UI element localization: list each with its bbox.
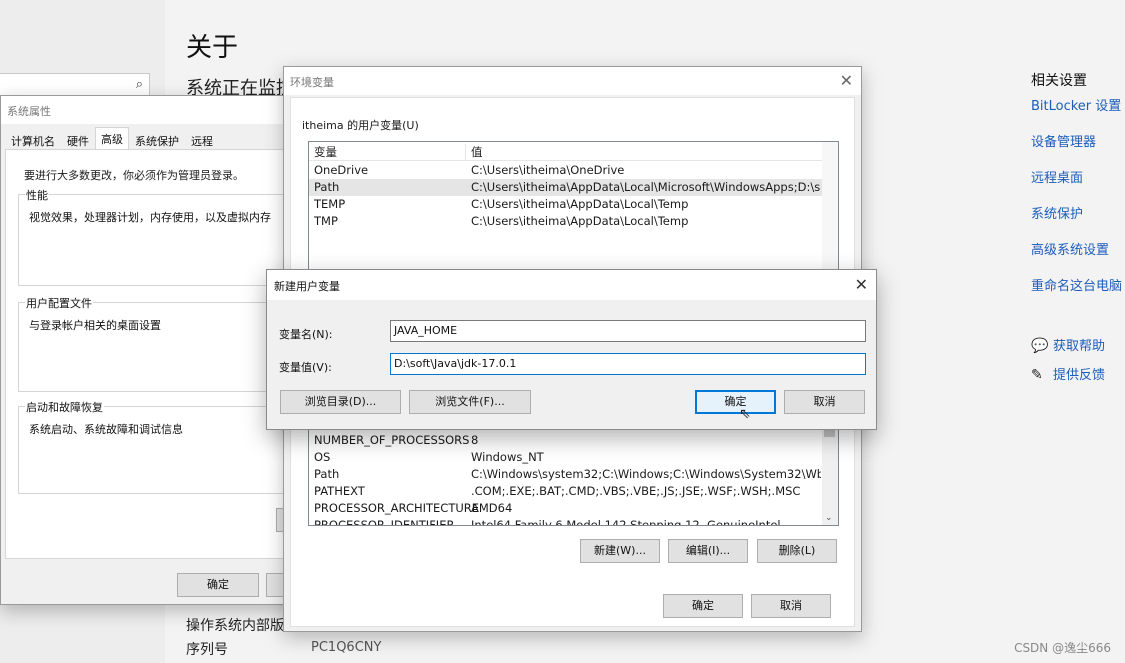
new-user-variable-dialog: 新建用户变量 ✕ 变量名(N): JAVA_HOME 变量值(V): D:\so… bbox=[266, 269, 877, 430]
feedback-link[interactable]: ✎ 提供反馈 bbox=[1031, 364, 1105, 383]
var-name: TMP bbox=[314, 214, 338, 228]
var-name: Path bbox=[314, 467, 340, 481]
ok-button[interactable]: 确定 bbox=[177, 573, 259, 597]
list-item[interactable]: PROCESSOR_ARCHITECTURE AMD64 bbox=[309, 500, 822, 517]
var-value-label: 变量值(V): bbox=[279, 361, 332, 374]
var-name-label: 变量名(N): bbox=[279, 328, 333, 341]
dialog-title: 系统属性 bbox=[1, 96, 299, 124]
system-properties-dialog: 系统属性 计算机名 硬件 高级 系统保护 远程 要进行大多数更改，你必须作为管理… bbox=[0, 95, 318, 605]
spec-value-serial: PC1Q6CNY bbox=[311, 640, 382, 655]
tab-system-protection[interactable]: 系统保护 bbox=[129, 129, 185, 149]
tab-computer-name[interactable]: 计算机名 bbox=[5, 129, 61, 149]
var-value: C:\Users\itheima\AppData\Local\Temp bbox=[471, 214, 689, 228]
var-name: PROCESSOR_IDENTIFIER bbox=[314, 518, 455, 526]
user-vars-list[interactable]: 变量 值 OneDrive C:\Users\itheima\OneDrive … bbox=[308, 141, 839, 271]
var-name: PROCESSOR_ARCHITECTURE bbox=[314, 501, 480, 515]
watermark: CSDN @逸尘666 bbox=[1014, 641, 1111, 655]
new-system-var-button[interactable]: 新建(W)... bbox=[580, 539, 660, 563]
var-value: C:\Users\itheima\AppData\Local\Microsoft… bbox=[471, 180, 821, 194]
cancel-button[interactable]: 取消 bbox=[751, 594, 831, 618]
browse-file-button[interactable]: 浏览文件(F)... bbox=[409, 390, 531, 414]
list-item[interactable]: NUMBER_OF_PROCESSORS 8 bbox=[309, 432, 822, 449]
var-value: AMD64 bbox=[471, 501, 513, 515]
ok-button[interactable]: 确定 bbox=[663, 594, 743, 618]
var-name-input[interactable]: JAVA_HOME bbox=[390, 320, 866, 342]
link-remote-desktop[interactable]: 远程桌面 bbox=[1031, 170, 1125, 206]
var-value: C:\Users\itheima\OneDrive bbox=[471, 163, 625, 177]
var-name: OneDrive bbox=[314, 163, 369, 177]
search-icon: ⌕ bbox=[135, 77, 143, 92]
list-item[interactable]: Path C:\Windows\system32;C:\Windows;C:\W… bbox=[309, 466, 822, 483]
chevron-down-icon[interactable]: ⌄ bbox=[825, 513, 833, 523]
list-item[interactable]: OS Windows_NT bbox=[309, 449, 822, 466]
link-device-manager[interactable]: 设备管理器 bbox=[1031, 134, 1125, 170]
list-item[interactable]: PATHEXT .COM;.EXE;.BAT;.CMD;.VBS;.VBE;.J… bbox=[309, 483, 822, 500]
column-header-value[interactable]: 值 bbox=[471, 144, 821, 161]
group-text: 与登录帐户相关的桌面设置 bbox=[29, 319, 161, 332]
system-vars-list[interactable]: NUMBER_OF_PROCESSORS 8 OS Windows_NT Pat… bbox=[308, 422, 839, 526]
group-label: 性能 bbox=[25, 187, 49, 203]
page-title: 关于 bbox=[186, 33, 239, 63]
var-name: TEMP bbox=[314, 197, 346, 211]
tab-bar: 计算机名 硬件 高级 系统保护 远程 bbox=[5, 127, 219, 149]
var-value: .COM;.EXE;.BAT;.CMD;.VBS;.VBE;.JS;.JSE;.… bbox=[471, 484, 801, 498]
close-icon[interactable]: ✕ bbox=[855, 275, 868, 294]
link-system-protection[interactable]: 系统保护 bbox=[1031, 206, 1125, 242]
get-help-link[interactable]: 💬 获取帮助 bbox=[1031, 335, 1105, 354]
group-text: 视觉效果，处理器计划，内存使用，以及虚拟内存 bbox=[29, 211, 271, 224]
mouse-cursor-icon: ⇖ bbox=[739, 406, 751, 422]
edit-system-var-button[interactable]: 编辑(I)... bbox=[668, 539, 748, 563]
list-item[interactable]: TEMP C:\Users\itheima\AppData\Local\Temp bbox=[309, 196, 822, 213]
dialog-title: 新建用户变量 bbox=[267, 270, 876, 300]
link-bitlocker[interactable]: BitLocker 设置 bbox=[1031, 98, 1125, 134]
var-value-input[interactable]: D:\soft\Java\jdk-17.0.1 bbox=[390, 353, 866, 375]
feedback-label: 提供反馈 bbox=[1053, 368, 1106, 383]
var-value: C:\Windows\system32;C:\Windows;C:\Window… bbox=[471, 467, 821, 481]
tab-advanced[interactable]: 高级 bbox=[95, 127, 129, 149]
var-name: Path bbox=[314, 180, 340, 194]
feedback-icon: ✎ bbox=[1031, 367, 1043, 383]
related-settings: 相关设置 BitLocker 设置 设备管理器 远程桌面 系统保护 高级系统设置… bbox=[1031, 70, 1125, 314]
group-text: 系统启动、系统故障和调试信息 bbox=[29, 423, 183, 436]
dialog-title: 环境变量 bbox=[284, 67, 861, 95]
browse-directory-button[interactable]: 浏览目录(D)... bbox=[280, 390, 401, 414]
tab-hardware[interactable]: 硬件 bbox=[61, 129, 95, 149]
help-chat-icon: 💬 bbox=[1031, 338, 1049, 354]
cancel-button[interactable]: 取消 bbox=[784, 390, 865, 414]
close-icon[interactable]: ✕ bbox=[840, 71, 853, 90]
settings-search-input[interactable]: ⌕ bbox=[0, 73, 150, 97]
var-name: NUMBER_OF_PROCESSORS bbox=[314, 433, 470, 447]
list-item[interactable]: OneDrive C:\Users\itheima\OneDrive bbox=[309, 162, 822, 179]
related-settings-header: 相关设置 bbox=[1031, 73, 1087, 89]
scrollbar[interactable] bbox=[822, 142, 838, 270]
var-name: PATHEXT bbox=[314, 484, 365, 498]
scrollbar[interactable]: ⌄ bbox=[822, 423, 838, 525]
var-value: 8 bbox=[471, 433, 479, 447]
var-value: Windows_NT bbox=[471, 450, 544, 464]
column-separator bbox=[465, 144, 466, 161]
delete-system-var-button[interactable]: 删除(L) bbox=[757, 539, 837, 563]
tab-panel: 要进行大多数更改，你必须作为管理员登录。 性能 视觉效果，处理器计划，内存使用，… bbox=[5, 149, 318, 559]
link-advanced-system-settings[interactable]: 高级系统设置 bbox=[1031, 242, 1125, 278]
list-item[interactable]: Path C:\Users\itheima\AppData\Local\Micr… bbox=[309, 179, 822, 196]
tab-remote[interactable]: 远程 bbox=[185, 129, 219, 149]
admin-note: 要进行大多数更改，你必须作为管理员登录。 bbox=[24, 169, 244, 182]
list-item[interactable]: TMP C:\Users\itheima\AppData\Local\Temp bbox=[309, 213, 822, 230]
column-header-name[interactable]: 变量 bbox=[314, 144, 337, 161]
list-item[interactable]: PROCESSOR_IDENTIFIER Intel64 Family 6 Mo… bbox=[309, 517, 822, 526]
get-help-label: 获取帮助 bbox=[1053, 339, 1106, 354]
spec-label-os-build: 操作系统内部版本 bbox=[186, 618, 298, 634]
var-name: OS bbox=[314, 450, 331, 464]
user-vars-group-label: itheima 的用户变量(U) bbox=[302, 119, 419, 132]
var-value: Intel64 Family 6 Model 142 Stepping 12, … bbox=[471, 518, 781, 526]
ok-button[interactable]: 确定 bbox=[695, 390, 776, 414]
group-label: 用户配置文件 bbox=[25, 295, 93, 311]
list-header: 变量 值 bbox=[309, 144, 822, 161]
var-value: C:\Users\itheima\AppData\Local\Temp bbox=[471, 197, 689, 211]
group-label: 启动和故障恢复 bbox=[25, 399, 104, 415]
spec-label-serial: 序列号 bbox=[186, 642, 228, 658]
link-rename-pc[interactable]: 重命名这台电脑 bbox=[1031, 278, 1125, 314]
